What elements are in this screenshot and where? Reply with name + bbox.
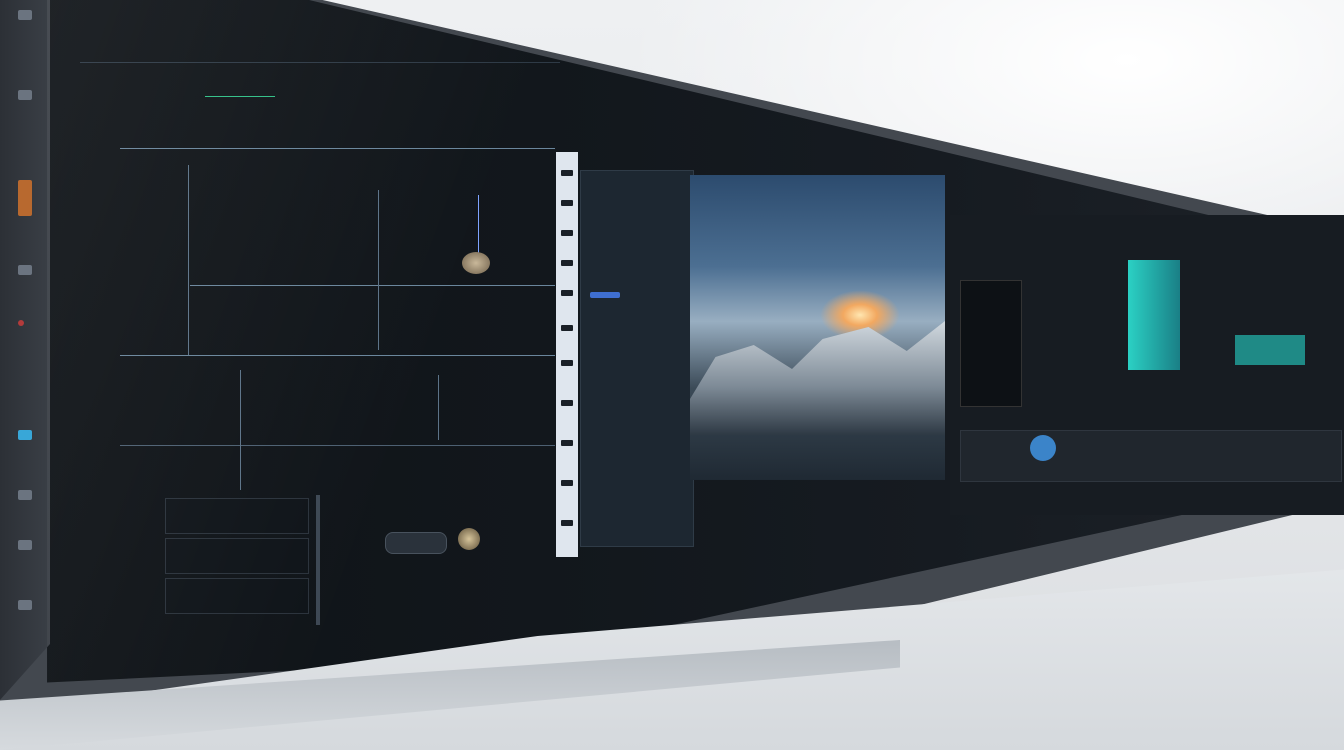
photo-scene [0,0,1344,750]
thumbnail-icon[interactable] [18,180,32,216]
record-icon[interactable] [18,320,24,326]
toolbar-icon[interactable] [18,10,32,20]
toolbar-icon[interactable] [18,265,32,275]
toolbar-icon[interactable] [18,490,32,500]
toolbar-icon[interactable] [18,90,32,100]
toolbar-icon[interactable] [18,430,32,440]
toolbar-icon[interactable] [18,540,32,550]
left-toolbar [0,0,50,700]
toolbar-icon[interactable] [18,600,32,610]
